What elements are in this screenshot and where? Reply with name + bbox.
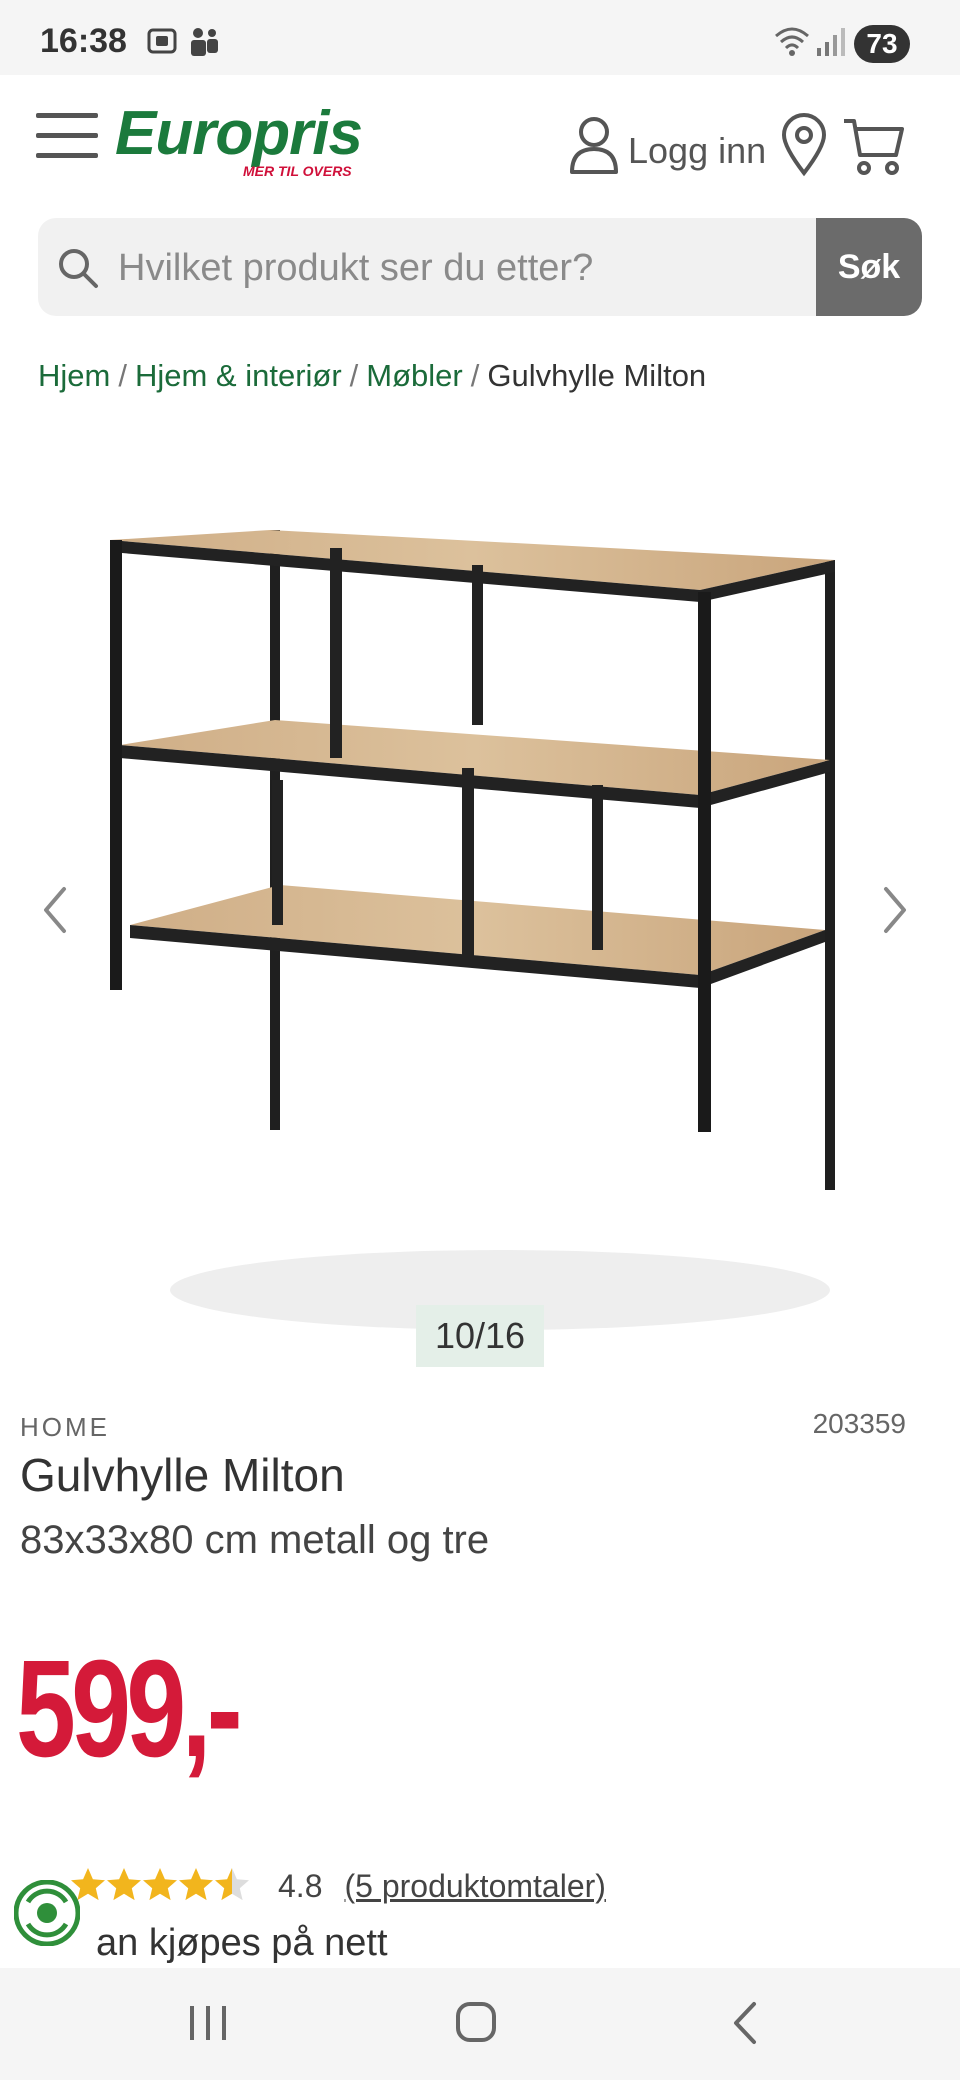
- breadcrumb-home-interior[interactable]: Hjem & interiør: [135, 358, 342, 393]
- home-icon[interactable]: [396, 1968, 556, 2080]
- status-time: 16:38: [40, 22, 127, 60]
- breadcrumb-separator: /: [470, 358, 480, 393]
- cart-icon[interactable]: [842, 115, 906, 177]
- recent-apps-icon[interactable]: [128, 1968, 288, 2080]
- store-locator-icon[interactable]: [780, 113, 828, 177]
- product-image[interactable]: [100, 530, 860, 1360]
- logo-tagline: MER TIL OVERS: [243, 163, 352, 179]
- menu-button[interactable]: [36, 113, 98, 161]
- availability-online: an kjøpes på nett: [96, 1922, 388, 1964]
- breadcrumb-separator: /: [349, 358, 359, 393]
- login-label: Logg inn: [628, 130, 767, 171]
- login-button[interactable]: Logg inn: [568, 113, 766, 177]
- back-icon[interactable]: [664, 1968, 824, 2080]
- search-bar: Søk: [38, 218, 922, 318]
- logo-text: Europris: [115, 99, 363, 168]
- product-subtitle: 83x33x80 cm metall og tre: [20, 1518, 490, 1562]
- system-navigation-bar: [0, 1968, 960, 2080]
- screenshot-icon: [147, 28, 177, 54]
- europris-logo[interactable]: Europris MER TIL OVERS: [115, 99, 363, 180]
- product-sku: 203359: [812, 1408, 906, 1439]
- status-bar: 16:38 73: [0, 0, 960, 75]
- signal-icon: [817, 28, 845, 56]
- rating-stars: [70, 1866, 250, 1906]
- breadcrumb-home[interactable]: Hjem: [38, 358, 110, 393]
- wifi-icon: [775, 27, 809, 56]
- reviews-link[interactable]: (5 produktomtaler): [344, 1868, 605, 1905]
- breadcrumb: Hjem / Hjem & interiør / Møbler / Gulvhylle Mi…: [38, 358, 706, 394]
- previous-image-arrow-icon[interactable]: [40, 885, 70, 935]
- image-counter: 10/16: [416, 1305, 544, 1367]
- product-brand: HOME: [20, 1412, 110, 1442]
- product-title: Gulvhylle Milton: [20, 1449, 345, 1501]
- next-image-arrow-icon[interactable]: [880, 885, 910, 935]
- breadcrumb-furniture[interactable]: Møbler: [366, 358, 462, 393]
- breadcrumb-current: Gulvhylle Milton: [487, 358, 707, 393]
- product-gallery: [0, 430, 960, 1380]
- breadcrumb-separator: /: [118, 358, 127, 393]
- product-rating: 4.8 (5 produktomtaler): [20, 1862, 606, 1910]
- search-input[interactable]: [116, 218, 810, 318]
- star-rating-icon: [71, 1868, 249, 1901]
- battery-indicator: 73: [854, 25, 910, 63]
- teams-icon: [191, 28, 218, 56]
- user-icon: [570, 117, 618, 174]
- rating-value: 4.8: [278, 1867, 323, 1904]
- search-icon: [59, 249, 98, 288]
- search-button[interactable]: Søk: [816, 218, 922, 316]
- search-box: [38, 218, 818, 318]
- eco-recycle-icon[interactable]: [14, 1880, 80, 1946]
- product-price: 599,-: [16, 1632, 243, 1786]
- site-header: Europris MER TIL OVERS Logg inn: [0, 75, 960, 215]
